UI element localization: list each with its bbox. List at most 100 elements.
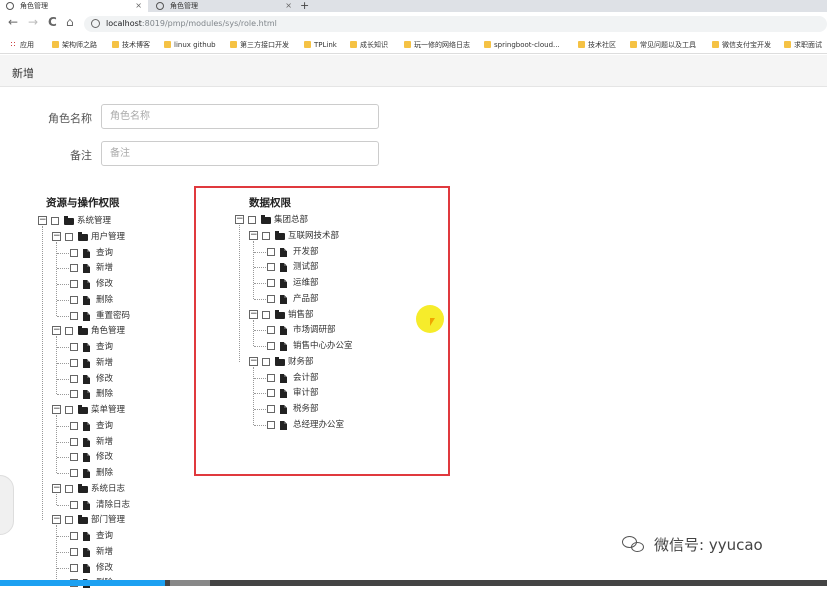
tree-connector xyxy=(57,378,69,380)
home-button[interactable]: ⌂ xyxy=(66,15,74,29)
tree-node-label: 系统管理 xyxy=(77,216,112,226)
bookmark-item[interactable]: springboot-cloud... xyxy=(484,40,560,50)
bookmark-item[interactable]: 第三方接口开发 xyxy=(230,40,289,50)
side-handle[interactable] xyxy=(0,475,14,535)
tree-connector xyxy=(56,241,57,316)
tree-checkbox[interactable] xyxy=(51,217,59,225)
tree-checkbox[interactable] xyxy=(70,264,78,273)
progress-buffer xyxy=(170,580,210,586)
forward-button[interactable]: → xyxy=(28,15,38,29)
tree-checkbox[interactable] xyxy=(70,421,78,430)
bookmark-item[interactable]: 求职面试 xyxy=(784,40,822,50)
collapse-icon[interactable]: − xyxy=(52,483,61,493)
bookmark-apps[interactable]: 应用 xyxy=(10,40,34,50)
folder-icon xyxy=(578,41,585,48)
collapse-icon[interactable]: − xyxy=(52,405,61,414)
close-icon[interactable]: × xyxy=(285,0,292,12)
resource-permission-title: 资源与操作权限 xyxy=(46,197,120,209)
tree-checkbox[interactable] xyxy=(70,453,78,462)
tree-checkbox[interactable] xyxy=(70,437,78,446)
folder-open-icon xyxy=(64,216,74,225)
tree-node-label: 查询 xyxy=(96,531,114,541)
reload-button[interactable]: C xyxy=(48,15,57,29)
bookmark-item[interactable]: 架构师之路 xyxy=(52,40,97,50)
file-icon xyxy=(83,358,90,368)
tree-checkbox[interactable] xyxy=(65,232,73,241)
folder-icon xyxy=(404,41,411,48)
tree-checkbox[interactable] xyxy=(65,484,73,493)
bookmark-item[interactable]: 技术博客 xyxy=(112,40,150,50)
remark-input[interactable] xyxy=(101,141,379,166)
tree-checkbox[interactable] xyxy=(70,280,78,288)
bookmark-item[interactable]: 常见问题以及工具 xyxy=(630,40,696,50)
apps-icon xyxy=(10,41,17,48)
bookmark-item[interactable]: TPLink xyxy=(304,40,337,50)
tab-title: 角色管理 xyxy=(170,2,198,10)
file-icon xyxy=(83,390,90,400)
tree-checkbox[interactable] xyxy=(65,327,73,336)
folder-icon xyxy=(350,41,357,48)
folder-open-icon xyxy=(78,231,88,241)
bookmark-item[interactable]: 玩一修的网络日志 xyxy=(404,40,470,50)
file-icon xyxy=(83,280,90,289)
globe-icon xyxy=(156,2,164,10)
collapse-icon[interactable]: − xyxy=(38,216,47,225)
tree-connector xyxy=(56,493,57,505)
tree-checkbox[interactable] xyxy=(70,343,78,351)
close-icon[interactable]: × xyxy=(135,0,142,12)
page-header: 新增 xyxy=(0,55,827,87)
tree-node-label: 菜单管理 xyxy=(91,405,126,415)
tree-checkbox[interactable] xyxy=(65,406,73,414)
tree-checkbox[interactable] xyxy=(70,547,78,556)
tree-checkbox[interactable] xyxy=(70,563,78,572)
collapse-icon[interactable]: − xyxy=(52,515,61,525)
address-bar[interactable]: localhost:8019/pmp/modules/sys/role.html xyxy=(84,16,827,32)
url-host: localhost xyxy=(106,19,142,28)
role-name-input[interactable] xyxy=(101,104,379,129)
collapse-icon[interactable]: − xyxy=(52,231,61,241)
folder-icon xyxy=(484,41,491,48)
folder-icon xyxy=(304,41,311,48)
tree-node-label: 用户管理 xyxy=(91,231,126,242)
file-icon xyxy=(83,264,90,274)
file-icon xyxy=(83,311,90,321)
tree-checkbox[interactable] xyxy=(70,390,78,399)
remark-label: 备注 xyxy=(70,149,92,162)
bookmark-item[interactable]: 微信支付宝开发 xyxy=(712,40,771,50)
tree-checkbox[interactable] xyxy=(70,295,78,304)
tree-checkbox[interactable] xyxy=(70,358,78,367)
tree-node-label: 删除 xyxy=(96,389,114,400)
new-tab-button[interactable]: + xyxy=(300,0,309,12)
folder-icon xyxy=(112,41,119,48)
tree-checkbox[interactable] xyxy=(70,374,78,383)
tree-connector xyxy=(56,525,57,584)
bookmark-item[interactable]: linux github xyxy=(164,40,216,50)
browser-tab[interactable]: 角色管理 × xyxy=(150,0,298,12)
tree-checkbox[interactable] xyxy=(65,516,73,525)
folder-icon xyxy=(712,41,719,48)
collapse-icon[interactable]: − xyxy=(52,326,61,336)
browser-tab-active[interactable]: 角色管理 × xyxy=(0,0,148,12)
wechat-icon xyxy=(622,536,646,554)
tree-connector xyxy=(56,415,57,473)
tree-checkbox[interactable] xyxy=(70,532,78,540)
bookmark-item[interactable]: 技术社区 xyxy=(578,40,616,50)
watermark-text: 微信号: yyucao xyxy=(654,536,763,554)
tree-connector xyxy=(42,226,43,521)
back-button[interactable]: ← xyxy=(8,15,18,29)
file-icon xyxy=(83,547,90,557)
progress-fill xyxy=(0,580,166,586)
tree-checkbox[interactable] xyxy=(70,248,78,257)
bookmark-item[interactable]: 成长知识 xyxy=(350,40,388,50)
tree-checkbox[interactable] xyxy=(70,500,78,509)
tree-checkbox[interactable] xyxy=(70,311,78,320)
file-icon xyxy=(83,421,90,431)
file-icon xyxy=(83,453,90,463)
tab-title: 角色管理 xyxy=(20,2,48,10)
tree-checkbox[interactable] xyxy=(70,469,78,477)
url-path: :8019/pmp/modules/sys/role.html xyxy=(141,19,277,28)
tree-connector xyxy=(57,315,69,317)
video-progress-bar[interactable] xyxy=(0,580,827,586)
globe-icon xyxy=(6,2,14,10)
folder-open-icon xyxy=(78,405,88,414)
